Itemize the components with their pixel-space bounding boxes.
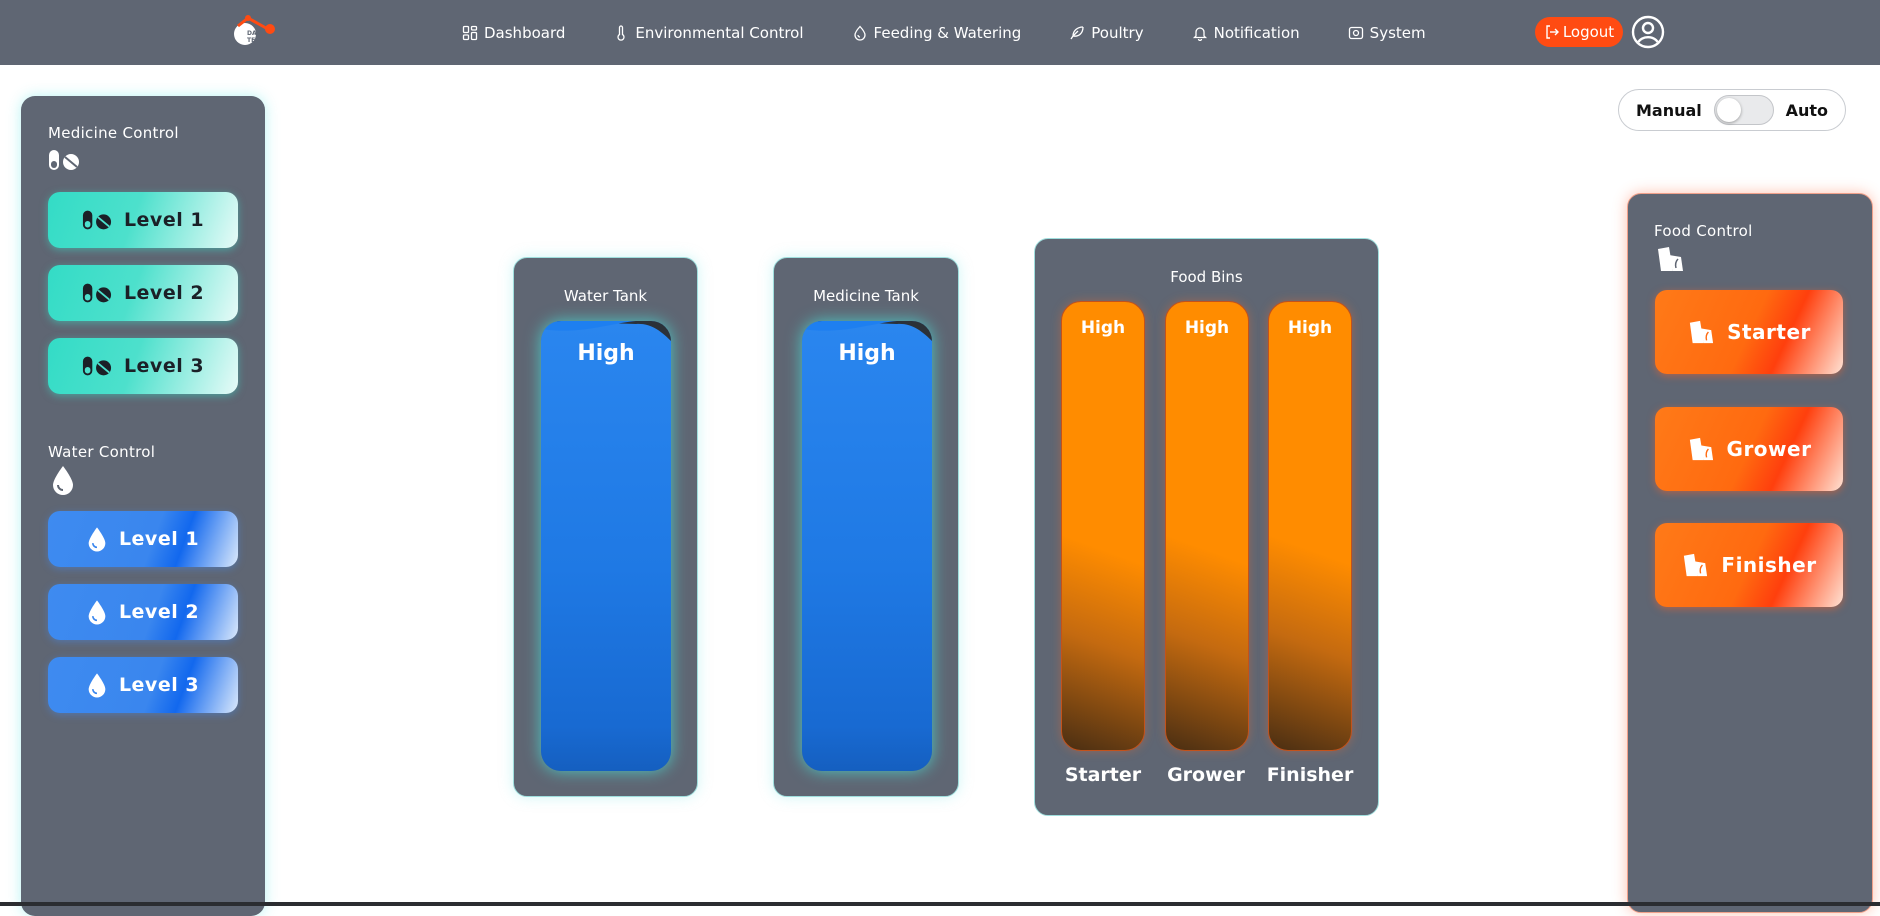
pills-icon (82, 356, 111, 376)
switch-knob (1716, 98, 1741, 122)
mode-toggle: Manual Auto (1618, 89, 1846, 131)
medicine-tank-level-indicator: High (802, 321, 932, 771)
button-label: Level 1 (123, 209, 205, 231)
bell-icon (1192, 27, 1207, 41)
nav-label: Environmental Control (635, 24, 804, 42)
bin-level-text: High (1080, 318, 1126, 338)
button-label: Grower (1726, 437, 1812, 461)
medicine-tank-card: Medicine Tank High (773, 257, 959, 797)
water-tank-level-indicator: High (541, 321, 671, 771)
main-nav: Dashboard Environmental Control Feeding … (462, 20, 1474, 46)
settings-icon (1348, 26, 1363, 40)
auto-label: Auto (1785, 100, 1828, 120)
water-drop-icon (88, 527, 106, 552)
feed-bag-icon (1689, 320, 1714, 344)
nav-dashboard[interactable]: Dashboard (462, 24, 565, 42)
nav-label: Feeding & Watering (873, 24, 1022, 42)
medicine-tank-label: Medicine Tank (813, 287, 919, 305)
water-tank-card: Water Tank High (513, 257, 698, 797)
food-starter-button[interactable]: Starter (1655, 290, 1843, 374)
user-profile-icon[interactable] (1631, 15, 1665, 49)
button-label: Starter (1727, 320, 1811, 344)
droplet-icon (853, 25, 866, 41)
water-level-2-button[interactable]: Level 2 (48, 584, 238, 640)
button-label: Level 2 (118, 601, 200, 623)
water-drop-icon (88, 673, 106, 698)
thermometer-icon (617, 25, 626, 41)
top-navigation-bar: DA TE Dashboard Environmental Control Fe… (0, 0, 1880, 65)
grower-bin-label: Grower (1167, 764, 1245, 786)
manual-label: Manual (1636, 100, 1702, 120)
nav-notification[interactable]: Notification (1192, 24, 1300, 42)
medicine-level-3-button[interactable]: Level 3 (48, 338, 238, 394)
bottom-scrollbar-edge (0, 902, 1880, 906)
food-control-panel: Food Control Starter Grower Finisher (1627, 193, 1873, 913)
svg-text:DA: DA (247, 30, 257, 37)
dashboard-grid-icon (462, 25, 478, 41)
svg-text:TE: TE (247, 37, 255, 44)
nav-environmental-control[interactable]: Environmental Control (613, 24, 804, 42)
food-grower-button[interactable]: Grower (1655, 407, 1843, 491)
feed-bag-icon (1684, 553, 1708, 577)
grower-bin: High (1165, 301, 1249, 751)
water-control-title: Water Control (48, 443, 156, 461)
logout-button[interactable]: Logout (1535, 17, 1623, 47)
pills-icon (82, 210, 111, 230)
water-drop-icon (88, 600, 106, 625)
nav-label: Dashboard (484, 24, 566, 42)
nav-system[interactable]: System (1348, 24, 1426, 42)
medicine-control-title: Medicine Control (48, 124, 179, 142)
nav-poultry[interactable]: Poultry (1069, 24, 1144, 42)
logout-icon (1546, 25, 1559, 39)
logo[interactable]: DA TE (228, 12, 278, 50)
food-control-title: Food Control (1654, 222, 1753, 240)
medicine-tank-level-text: High (838, 341, 896, 366)
logout-label: Logout (1562, 23, 1615, 41)
food-bins-card: Food Bins High High High Starter Grower … (1034, 238, 1379, 816)
nav-label: Poultry (1091, 24, 1144, 42)
water-level-1-button[interactable]: Level 1 (48, 511, 238, 567)
pills-icon (49, 150, 79, 170)
nav-feeding-watering[interactable]: Feeding & Watering (852, 24, 1022, 42)
water-drop-icon (53, 466, 73, 495)
pills-icon (82, 283, 111, 303)
feed-bag-icon (1658, 247, 1683, 271)
bin-level-text: High (1287, 318, 1333, 338)
button-label: Finisher (1721, 553, 1817, 577)
finisher-bin: High (1268, 301, 1352, 751)
water-level-3-button[interactable]: Level 3 (48, 657, 238, 713)
nav-label: Notification (1213, 24, 1300, 42)
medicine-level-1-button[interactable]: Level 1 (48, 192, 238, 248)
left-control-panel: Medicine Control Level 1 Level 2 Level 3… (21, 96, 265, 916)
water-tank-level-text: High (577, 341, 635, 366)
food-bins-title: Food Bins (1170, 268, 1243, 286)
bin-level-text: High (1184, 318, 1230, 338)
button-label: Level 3 (118, 674, 200, 696)
starter-bin-label: Starter (1064, 764, 1142, 786)
button-label: Level 1 (118, 528, 200, 550)
finisher-bin-label: Finisher (1266, 764, 1354, 786)
medicine-level-2-button[interactable]: Level 2 (48, 265, 238, 321)
water-tank-label: Water Tank (563, 287, 648, 305)
feed-bag-icon (1689, 437, 1713, 461)
button-label: Level 2 (123, 282, 205, 304)
starter-bin: High (1061, 301, 1145, 751)
button-label: Level 3 (123, 355, 205, 377)
feather-icon (1070, 26, 1084, 40)
mode-switch[interactable] (1713, 95, 1774, 125)
nav-label: System (1369, 24, 1426, 42)
food-finisher-button[interactable]: Finisher (1655, 523, 1843, 607)
